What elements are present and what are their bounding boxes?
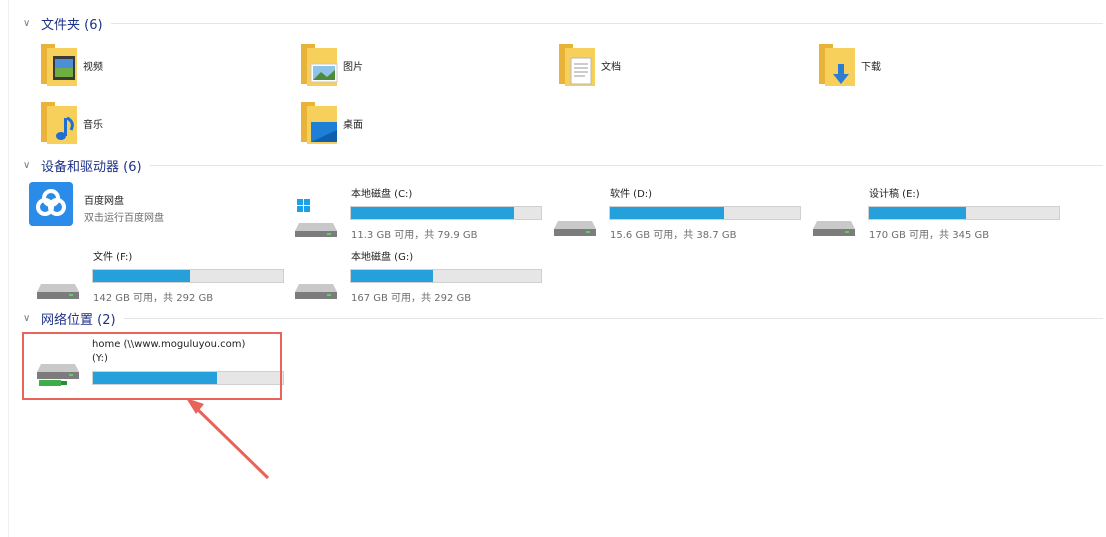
drive-item-d[interactable]: 软件 (D:) 15.6 GB 可用，共 38.7 GB (552, 185, 802, 243)
drive-icon (293, 262, 339, 302)
baidu-netdisk-item[interactable]: 百度网盘 双击运行百度网盘 (29, 182, 279, 240)
chevron-down-icon[interactable]: ∨ (23, 313, 37, 324)
group-header-devices[interactable]: ∨ 设备和驱动器 (6) (23, 155, 1103, 175)
folder-label: 下载 (861, 61, 881, 73)
drive-free-space: 170 GB 可用，共 345 GB (869, 230, 990, 241)
drive-free-space: 142 GB 可用，共 292 GB (93, 293, 214, 304)
desktop-folder-icon (297, 100, 339, 146)
drive-name: 设计稿 (E:) (869, 189, 920, 200)
usage-bar (350, 269, 542, 283)
folder-label: 文档 (601, 61, 621, 73)
drive-icon (811, 199, 857, 239)
group-header-network[interactable]: ∨ 网络位置 (2) (23, 308, 1103, 328)
drive-item-g[interactable]: 本地磁盘 (G:) 167 GB 可用，共 292 GB (293, 248, 543, 306)
folder-item-documents[interactable]: 文档 (555, 40, 621, 90)
baidu-cloud-icon (29, 182, 73, 226)
usage-fill (351, 207, 515, 219)
group-title: 网络位置 (2) (41, 312, 116, 328)
drive-name: 本地磁盘 (G:) (351, 252, 414, 263)
usage-fill (93, 270, 190, 282)
drive-name: 本地磁盘 (C:) (351, 189, 413, 200)
chevron-down-icon[interactable]: ∨ (23, 160, 37, 171)
folder-label: 桌面 (343, 119, 363, 131)
usage-fill (351, 270, 433, 282)
folder-label: 图片 (343, 61, 363, 73)
drive-free-space: 167 GB 可用，共 292 GB (351, 293, 472, 304)
chevron-down-icon[interactable]: ∨ (23, 18, 37, 29)
drive-name: 文件 (F:) (93, 252, 133, 263)
video-folder-icon (37, 42, 79, 88)
usage-bar (92, 269, 284, 283)
divider (149, 164, 1103, 166)
drive-item-c[interactable]: 本地磁盘 (C:) 11.3 GB 可用，共 79.9 GB (293, 185, 543, 243)
folder-item-music[interactable]: 音乐 (37, 98, 103, 148)
pictures-folder-icon (297, 42, 339, 88)
usage-fill (610, 207, 724, 219)
drive-subtitle: 双击运行百度网盘 (84, 213, 164, 224)
folder-item-pictures[interactable]: 图片 (297, 40, 363, 90)
divider (123, 317, 1103, 319)
explorer-content: ∨ 文件夹 (6) 视频 图片 文档 下载 音乐 桌面 ∨ 设备和驱动器 (6)… (8, 0, 1106, 537)
documents-folder-icon (555, 42, 597, 88)
drive-icon (35, 262, 81, 302)
folder-item-downloads[interactable]: 下载 (815, 40, 881, 90)
highlight-box (22, 332, 282, 400)
drive-item-f[interactable]: 文件 (F:) 142 GB 可用，共 292 GB (35, 248, 285, 306)
usage-bar (609, 206, 801, 220)
folder-item-videos[interactable]: 视频 (37, 40, 103, 90)
windows-drive-icon (293, 199, 339, 239)
group-title: 设备和驱动器 (6) (41, 159, 142, 175)
folder-label: 音乐 (83, 119, 103, 131)
divider (110, 22, 1103, 24)
downloads-folder-icon (815, 42, 857, 88)
folder-label: 视频 (83, 61, 103, 73)
usage-bar (350, 206, 542, 220)
drive-name: 百度网盘 (84, 196, 124, 207)
drive-free-space: 11.3 GB 可用，共 79.9 GB (351, 230, 478, 241)
usage-bar (868, 206, 1060, 220)
music-folder-icon (37, 100, 79, 146)
drive-item-e[interactable]: 设计稿 (E:) 170 GB 可用，共 345 GB (811, 185, 1061, 243)
drive-free-space: 15.6 GB 可用，共 38.7 GB (610, 230, 737, 241)
drive-icon (552, 199, 598, 239)
usage-fill (869, 207, 966, 219)
folder-item-desktop[interactable]: 桌面 (297, 98, 363, 148)
group-header-folders[interactable]: ∨ 文件夹 (6) (23, 13, 1103, 33)
group-title: 文件夹 (6) (41, 17, 103, 33)
drive-name: 软件 (D:) (610, 189, 653, 200)
